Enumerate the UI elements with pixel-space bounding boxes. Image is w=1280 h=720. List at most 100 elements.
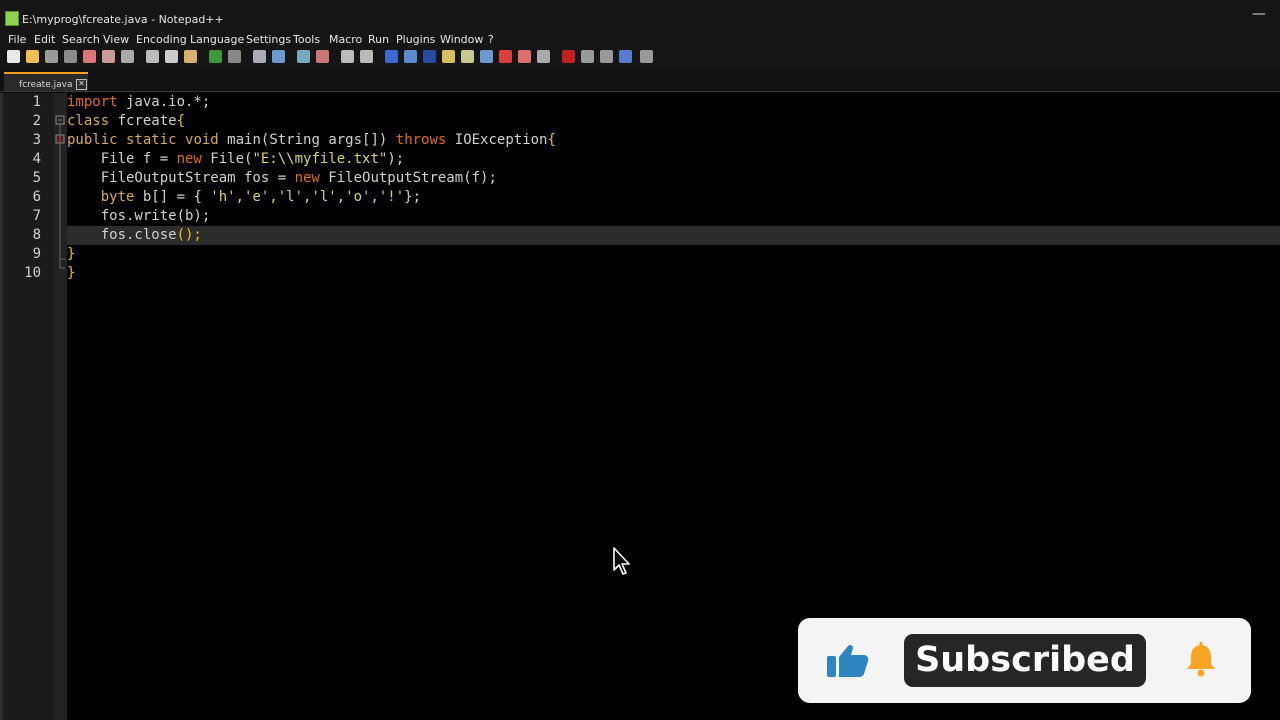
code-text: ); bbox=[387, 151, 405, 167]
menu-run[interactable]: Run bbox=[368, 33, 389, 46]
brace: { bbox=[176, 113, 186, 129]
thumbs-up-icon[interactable] bbox=[826, 643, 870, 679]
menu-edit[interactable]: Edit bbox=[34, 33, 55, 46]
print-icon[interactable] bbox=[121, 50, 134, 63]
menu-window[interactable]: Window bbox=[440, 33, 483, 46]
notification-bell-icon[interactable] bbox=[1184, 642, 1218, 678]
menu-tools[interactable]: Tools bbox=[293, 33, 320, 46]
minimize-button[interactable]: — bbox=[1252, 6, 1266, 22]
cut-icon[interactable] bbox=[146, 50, 159, 63]
menu-plugins[interactable]: Plugins bbox=[396, 33, 435, 46]
tab-label: fcreate.java bbox=[19, 80, 73, 90]
code-line-5: FileOutputStream fos = new FileOutputStr… bbox=[67, 169, 1280, 188]
zoom-out-icon[interactable] bbox=[316, 50, 329, 63]
brace: } bbox=[67, 246, 76, 262]
indent-guide-icon[interactable] bbox=[423, 50, 436, 63]
code-text: fos.write(b); bbox=[67, 208, 211, 224]
new-file-icon[interactable] bbox=[7, 50, 20, 63]
monitoring-icon[interactable] bbox=[537, 50, 550, 63]
run-macro-multiple-icon[interactable] bbox=[619, 50, 632, 63]
line-number: 1 bbox=[32, 94, 41, 110]
menu-bar: File Edit Search View Encoding Language … bbox=[0, 32, 1280, 48]
code-text: fos.close bbox=[67, 227, 177, 243]
replace-icon[interactable] bbox=[272, 50, 285, 63]
line-number-gutter: 1 2 3 4 5 6 7 8 9 10 bbox=[3, 93, 54, 720]
save-macro-icon[interactable] bbox=[640, 50, 653, 63]
redo-icon[interactable] bbox=[228, 50, 241, 63]
keyword: throws bbox=[395, 132, 447, 148]
menu-file[interactable]: File bbox=[8, 33, 26, 46]
code-text: java.io.*; bbox=[117, 94, 211, 110]
save-all-icon[interactable] bbox=[64, 50, 77, 63]
line-number: 5 bbox=[32, 170, 41, 186]
title-bar: E:\myprog\fcreate.java - Notepad++ — bbox=[0, 0, 1280, 32]
keyword: class bbox=[67, 113, 110, 129]
save-icon[interactable] bbox=[45, 50, 58, 63]
tab-fcreate-java[interactable]: fcreate.java ✕ bbox=[4, 72, 88, 92]
code-line-9: } bbox=[67, 245, 1280, 264]
menu-settings[interactable]: Settings bbox=[246, 33, 291, 46]
tab-close-icon[interactable]: ✕ bbox=[76, 79, 87, 90]
sync-vertical-icon[interactable] bbox=[341, 50, 354, 63]
keyword: void bbox=[176, 132, 219, 148]
tab-bar: fcreate.java ✕ bbox=[0, 68, 1280, 92]
code-line-8-current: fos.close(); bbox=[67, 226, 1280, 245]
menu-language[interactable]: Language bbox=[190, 33, 244, 46]
function-list-icon[interactable] bbox=[480, 50, 493, 63]
code-line-10: } bbox=[67, 264, 1280, 283]
keyword: import bbox=[67, 94, 118, 110]
folder-as-workspace-icon[interactable] bbox=[518, 50, 531, 63]
keyword: new bbox=[294, 170, 320, 186]
line-number: 9 bbox=[32, 246, 41, 262]
line-number: 4 bbox=[32, 151, 41, 167]
line-number: 3 bbox=[32, 132, 41, 148]
keyword: byte bbox=[100, 189, 135, 205]
doc-switcher-icon[interactable] bbox=[499, 50, 512, 63]
sync-horizontal-icon[interactable] bbox=[360, 50, 373, 63]
record-macro-icon[interactable] bbox=[562, 50, 575, 63]
line-number: 7 bbox=[32, 208, 41, 224]
code-text: File f = bbox=[67, 151, 177, 167]
code-text: FileOutputStream(f); bbox=[319, 170, 497, 186]
copy-icon[interactable] bbox=[165, 50, 178, 63]
menu-search[interactable]: Search bbox=[62, 33, 100, 46]
find-icon[interactable] bbox=[253, 50, 266, 63]
code-line-1: import java.io.*; bbox=[67, 93, 1280, 112]
keyword: static bbox=[117, 132, 177, 148]
show-all-chars-icon[interactable] bbox=[404, 50, 417, 63]
close-all-icon[interactable] bbox=[102, 50, 115, 63]
undo-icon[interactable] bbox=[209, 50, 222, 63]
menu-help[interactable]: ? bbox=[488, 33, 494, 46]
close-file-icon[interactable] bbox=[83, 50, 96, 63]
code-text: main(String args[]) bbox=[218, 132, 396, 148]
line-number: 8 bbox=[32, 227, 41, 243]
fold-markers[interactable] bbox=[54, 93, 67, 293]
play-macro-icon[interactable] bbox=[600, 50, 613, 63]
zoom-in-icon[interactable] bbox=[297, 50, 310, 63]
paste-icon[interactable] bbox=[184, 50, 197, 63]
fold-margin bbox=[54, 93, 67, 720]
code-line-7: fos.write(b); bbox=[67, 207, 1280, 226]
code-line-4: File f = new File("E:\\myfile.txt"); bbox=[67, 150, 1280, 169]
menu-view[interactable]: View bbox=[103, 33, 129, 46]
code-line-3: public static void main(String args[]) t… bbox=[67, 131, 1280, 150]
brace: { bbox=[547, 132, 556, 148]
subscribe-overlay: Subscribed bbox=[798, 618, 1251, 703]
string-literal: "E:\\myfile.txt" bbox=[252, 151, 388, 167]
notepad-app-icon bbox=[5, 11, 19, 26]
menu-encoding[interactable]: Encoding bbox=[136, 33, 187, 46]
keyword: public bbox=[67, 132, 118, 148]
line-number: 6 bbox=[32, 189, 41, 205]
line-number: 10 bbox=[24, 265, 41, 281]
subscribed-button[interactable]: Subscribed bbox=[904, 634, 1146, 687]
document-map-icon[interactable] bbox=[461, 50, 474, 63]
open-file-icon[interactable] bbox=[26, 50, 39, 63]
folder-workspace-icon[interactable] bbox=[442, 50, 455, 63]
paren: (); bbox=[176, 227, 202, 243]
keyword: new bbox=[176, 151, 202, 167]
stop-macro-icon[interactable] bbox=[581, 50, 594, 63]
code-line-2: class fcreate{ bbox=[67, 112, 1280, 131]
menu-macro[interactable]: Macro bbox=[329, 33, 362, 46]
word-wrap-icon[interactable] bbox=[385, 50, 398, 63]
